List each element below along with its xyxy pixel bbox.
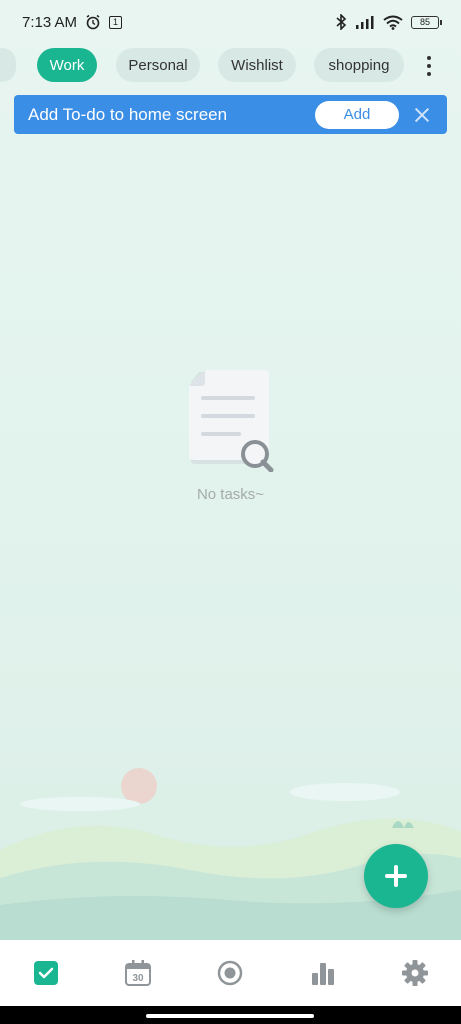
stats-icon xyxy=(311,963,334,985)
nav-settings[interactable] xyxy=(385,948,445,998)
category-tab-partial[interactable] xyxy=(0,48,16,82)
home-indicator[interactable] xyxy=(146,1014,314,1018)
more-options-icon[interactable] xyxy=(418,52,440,80)
category-tab-shopping[interactable]: shopping xyxy=(314,48,404,82)
settings-icon xyxy=(401,960,428,986)
system-navigation-bar xyxy=(0,1006,461,1024)
category-tab-work[interactable]: Work xyxy=(37,48,97,82)
status-bar: 7:13 AM 1 85 xyxy=(0,0,461,44)
bottom-navigation: 30 xyxy=(0,940,461,1006)
banner-add-button[interactable]: Add xyxy=(315,100,399,129)
status-time: 7:13 AM xyxy=(22,13,78,31)
category-tabs: Work Personal Wishlist shopping xyxy=(0,46,461,84)
nav-focus[interactable] xyxy=(200,948,260,998)
background-scenery xyxy=(0,768,461,940)
category-tab-personal[interactable]: Personal xyxy=(116,48,200,82)
focus-icon xyxy=(218,960,243,986)
empty-document-icon xyxy=(189,370,274,472)
tasks-icon xyxy=(34,961,59,985)
add-task-button[interactable] xyxy=(364,844,428,908)
calendar-day-label: 30 xyxy=(133,973,145,984)
signal-icon xyxy=(356,16,374,29)
category-tab-wishlist[interactable]: Wishlist xyxy=(218,48,296,82)
banner-text: Add To-do to home screen xyxy=(28,104,228,124)
nav-calendar[interactable]: 30 xyxy=(108,948,168,998)
status-left: 7:13 AM 1 xyxy=(22,13,123,31)
alarm-icon xyxy=(86,14,100,30)
bluetooth-icon xyxy=(336,14,347,30)
nav-stats[interactable] xyxy=(293,948,353,998)
wifi-icon xyxy=(383,15,403,30)
add-to-home-banner: Add To-do to home screen Add xyxy=(14,95,447,134)
status-right: 85 xyxy=(335,14,442,30)
close-icon[interactable] xyxy=(411,104,433,126)
nav-tasks[interactable] xyxy=(16,948,76,998)
calendar-icon: 30 xyxy=(125,960,152,986)
empty-state-text: No tasks~ xyxy=(196,486,265,503)
notification-badge-icon: 1 xyxy=(109,15,123,29)
battery-icon: 85 xyxy=(411,15,442,29)
